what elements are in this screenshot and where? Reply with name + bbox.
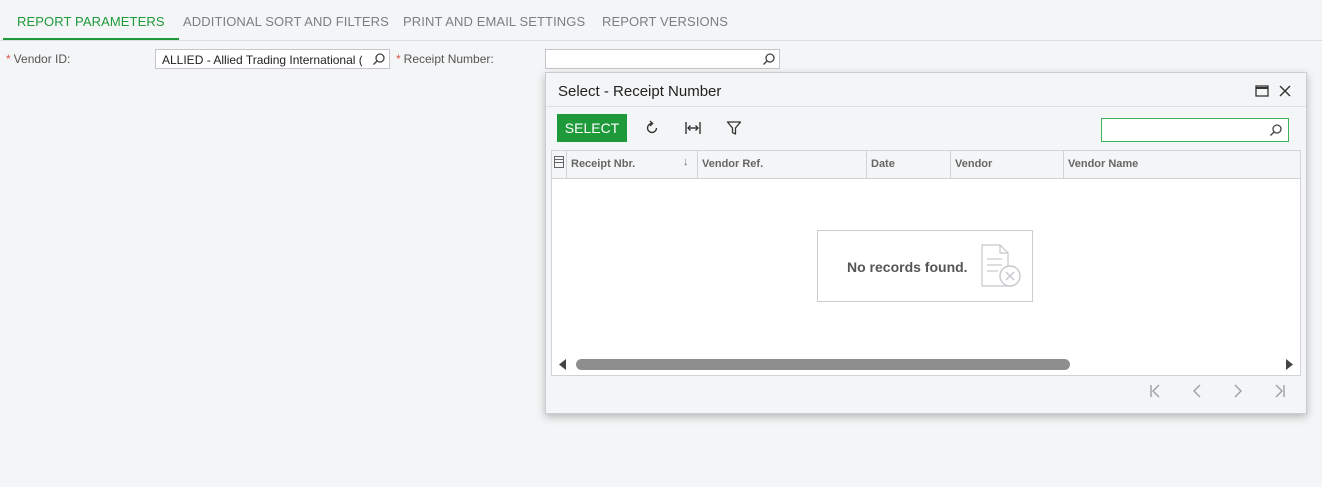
no-records-panel: No records found.	[817, 230, 1033, 302]
receipt-number-label: * Receipt Number:	[396, 52, 494, 66]
select-button[interactable]: SELECT	[557, 114, 627, 142]
no-records-message: No records found.	[847, 259, 968, 275]
refresh-icon[interactable]	[642, 118, 662, 138]
receipts-grid: Receipt Nbr. ↓ Vendor Ref. Date Vendor V…	[551, 150, 1301, 376]
vendor-id-value: ALLIED - Allied Trading International (I	[162, 53, 362, 67]
column-settings-icon	[554, 156, 564, 168]
horizontal-scrollbar-thumb[interactable]	[576, 359, 1070, 370]
column-date[interactable]: Date	[867, 151, 951, 178]
fit-columns-icon[interactable]	[683, 118, 703, 138]
receipt-number-label-text: Receipt Number:	[403, 52, 494, 66]
receipt-number-field[interactable]	[545, 49, 780, 69]
column-vendor[interactable]: Vendor	[951, 151, 1064, 178]
dialog-header-divider	[546, 106, 1306, 107]
tab-report-versions[interactable]: REPORT VERSIONS	[602, 0, 728, 40]
next-page-icon[interactable]	[1230, 383, 1246, 399]
grid-header: Receipt Nbr. ↓ Vendor Ref. Date Vendor V…	[552, 151, 1300, 179]
scroll-right-icon[interactable]	[1284, 358, 1294, 371]
required-mark: *	[6, 52, 11, 66]
tab-additional-sort-and-filters[interactable]: ADDITIONAL SORT AND FILTERS	[183, 0, 389, 40]
maximize-icon[interactable]	[1254, 83, 1270, 99]
column-vendor-name[interactable]: Vendor Name	[1064, 151, 1300, 178]
dialog-search-input[interactable]	[1101, 118, 1289, 142]
column-receipt-nbr[interactable]: Receipt Nbr. ↓	[567, 151, 698, 178]
vendor-id-label: * Vendor ID:	[6, 52, 70, 66]
search-icon[interactable]	[1269, 123, 1283, 137]
last-page-icon[interactable]	[1271, 383, 1287, 399]
column-vendor-ref[interactable]: Vendor Ref.	[698, 151, 867, 178]
filter-icon[interactable]	[724, 118, 744, 138]
required-mark: *	[396, 52, 401, 66]
vendor-id-field[interactable]: ALLIED - Allied Trading International (I	[155, 49, 390, 69]
select-receipt-dialog: Select - Receipt Number SELECT Receipt N…	[545, 72, 1307, 414]
prev-page-icon[interactable]	[1189, 383, 1205, 399]
search-icon[interactable]	[762, 52, 776, 66]
close-icon[interactable]	[1277, 83, 1293, 99]
column-settings-button[interactable]	[552, 151, 567, 178]
dialog-title: Select - Receipt Number	[558, 83, 722, 100]
vendor-id-label-text: Vendor ID:	[13, 52, 71, 66]
scroll-left-icon[interactable]	[558, 358, 568, 371]
tab-report-parameters[interactable]: REPORT PARAMETERS	[3, 0, 179, 40]
column-receipt-nbr-label: Receipt Nbr.	[571, 158, 636, 170]
tab-bar: REPORT PARAMETERS ADDITIONAL SORT AND FI…	[0, 0, 1322, 41]
search-icon[interactable]	[372, 52, 386, 66]
no-records-icon	[981, 244, 1021, 287]
sort-descending-indicator: ↓	[683, 156, 689, 168]
tab-print-and-email-settings[interactable]: PRINT AND EMAIL SETTINGS	[403, 0, 585, 40]
first-page-icon[interactable]	[1148, 383, 1164, 399]
